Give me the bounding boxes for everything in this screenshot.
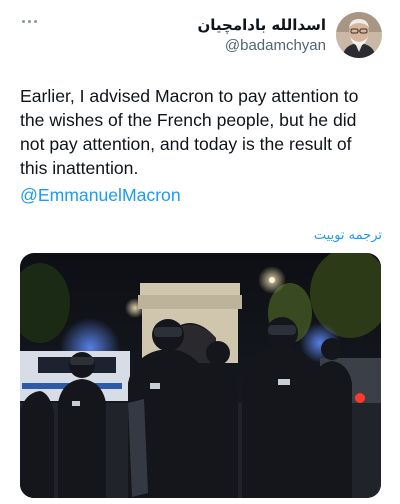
dot [27, 19, 31, 23]
tweet-media-photo[interactable] [20, 253, 381, 498]
mention-link[interactable]: @EmmanuelMacron [20, 183, 382, 207]
dot [21, 19, 25, 23]
police-arc-de-triomphe-photo [20, 253, 381, 498]
translate-tweet-link[interactable]: ترجمه توییت [314, 228, 382, 243]
tweet-text: Earlier, I advised Macron to pay attenti… [20, 84, 382, 207]
avatar[interactable] [336, 12, 382, 58]
avatar-image [336, 12, 382, 58]
dot [33, 19, 37, 23]
tweet-body: Earlier, I advised Macron to pay attenti… [20, 86, 359, 178]
more-options-icon[interactable] [18, 14, 40, 28]
author-display-name[interactable]: اسدالله بادامچیان [197, 15, 326, 35]
author-handle[interactable]: @badamchyan [197, 36, 326, 56]
author-names: اسدالله بادامچیان @badamchyan [197, 15, 326, 56]
tweet-author[interactable]: اسدالله بادامچیان @badamchyan [197, 12, 382, 58]
